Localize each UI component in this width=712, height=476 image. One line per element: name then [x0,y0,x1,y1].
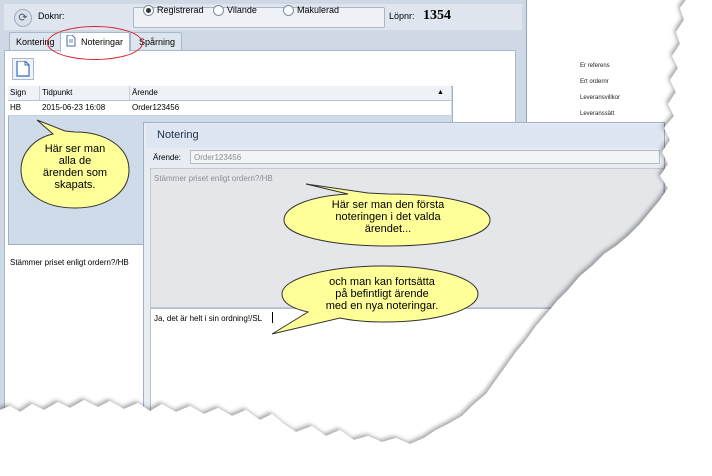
radio-label: Makulerad [297,5,340,15]
table-row[interactable]: HB 2015-06-23 16:08 Order123456 [8,101,451,116]
refresh-icon[interactable]: ⟳ [14,9,32,27]
cell-sign: HB [10,103,22,112]
previous-note-text: Stämmer priset enligt ordern?/HB [154,174,273,183]
callout-line: på befintligt ärende [335,288,429,300]
label-ert-ordernr: Ert ordernr [580,79,609,85]
new-document-icon [16,61,30,77]
note-preview-pane [8,244,144,435]
callout-line: ärendet... [364,223,412,235]
callout-line: noteringen i det valda [335,211,441,223]
cell-tidpunkt: 2015-06-23 16:08 [42,103,106,112]
radio-label: Vilande [227,5,257,15]
new-note-text: Ja, det är helt i sin ordning!/SL [154,314,263,323]
sort-ascending-icon: ▲ [437,89,444,96]
text-caret [272,312,273,323]
label-leveranssatt: Leveranssätt [580,111,615,117]
callout-line: alla de [58,155,92,167]
radio-icon [283,4,294,16]
note-preview-text: Stämmer priset enligt ordern?/HB [10,258,129,267]
new-note-textarea[interactable] [150,308,664,464]
dialog-titlebar [146,124,662,148]
radio-registrerad[interactable]: Registrerad [143,4,204,16]
radio-label: Registrerad [157,5,204,15]
label-leveransvillkor: Leveransvillkor [580,95,621,101]
column-header-tidpunkt[interactable]: Tidpunkt [40,86,130,100]
new-note-button[interactable] [12,58,34,80]
lopnr-value: 1354 [423,8,451,23]
callout-line: och man kan fortsätta [329,276,435,288]
highlight-oval [47,26,143,60]
callout-line: Här ser man [44,143,106,155]
dialog-title: Notering [157,129,199,141]
doknr-label: Doknr: [38,11,65,21]
radio-makulerad[interactable]: Makulerad [283,4,339,16]
arende-label: Ärende: [153,153,182,162]
column-header-arende[interactable]: Ärende [130,86,451,100]
grid-header: Sign Tidpunkt Ärende [8,86,451,101]
arende-field[interactable]: Order123456 [190,150,660,164]
callout-text-3: och man kan fortsätta på befintligt ären… [286,276,478,312]
radio-icon [213,4,224,16]
label-er-referens: Er referens [580,63,610,69]
callout-line: Här ser man den första [331,199,445,211]
callout-text-2: Här ser man den första noteringen i det … [290,199,486,235]
callout-line: med en nya noteringar. [325,300,439,312]
radio-selected-icon [143,4,154,16]
radio-vilande[interactable]: Vilande [213,4,257,16]
column-header-sign[interactable]: Sign [8,86,40,100]
cell-arende: Order123456 [132,103,180,112]
lopnr-label: Löpnr: [389,11,415,21]
callout-line: skapats. [54,179,96,191]
callout-text-1: Här ser man alla de ärenden som skapats. [30,143,120,191]
callout-line: ärenden som [42,167,108,179]
